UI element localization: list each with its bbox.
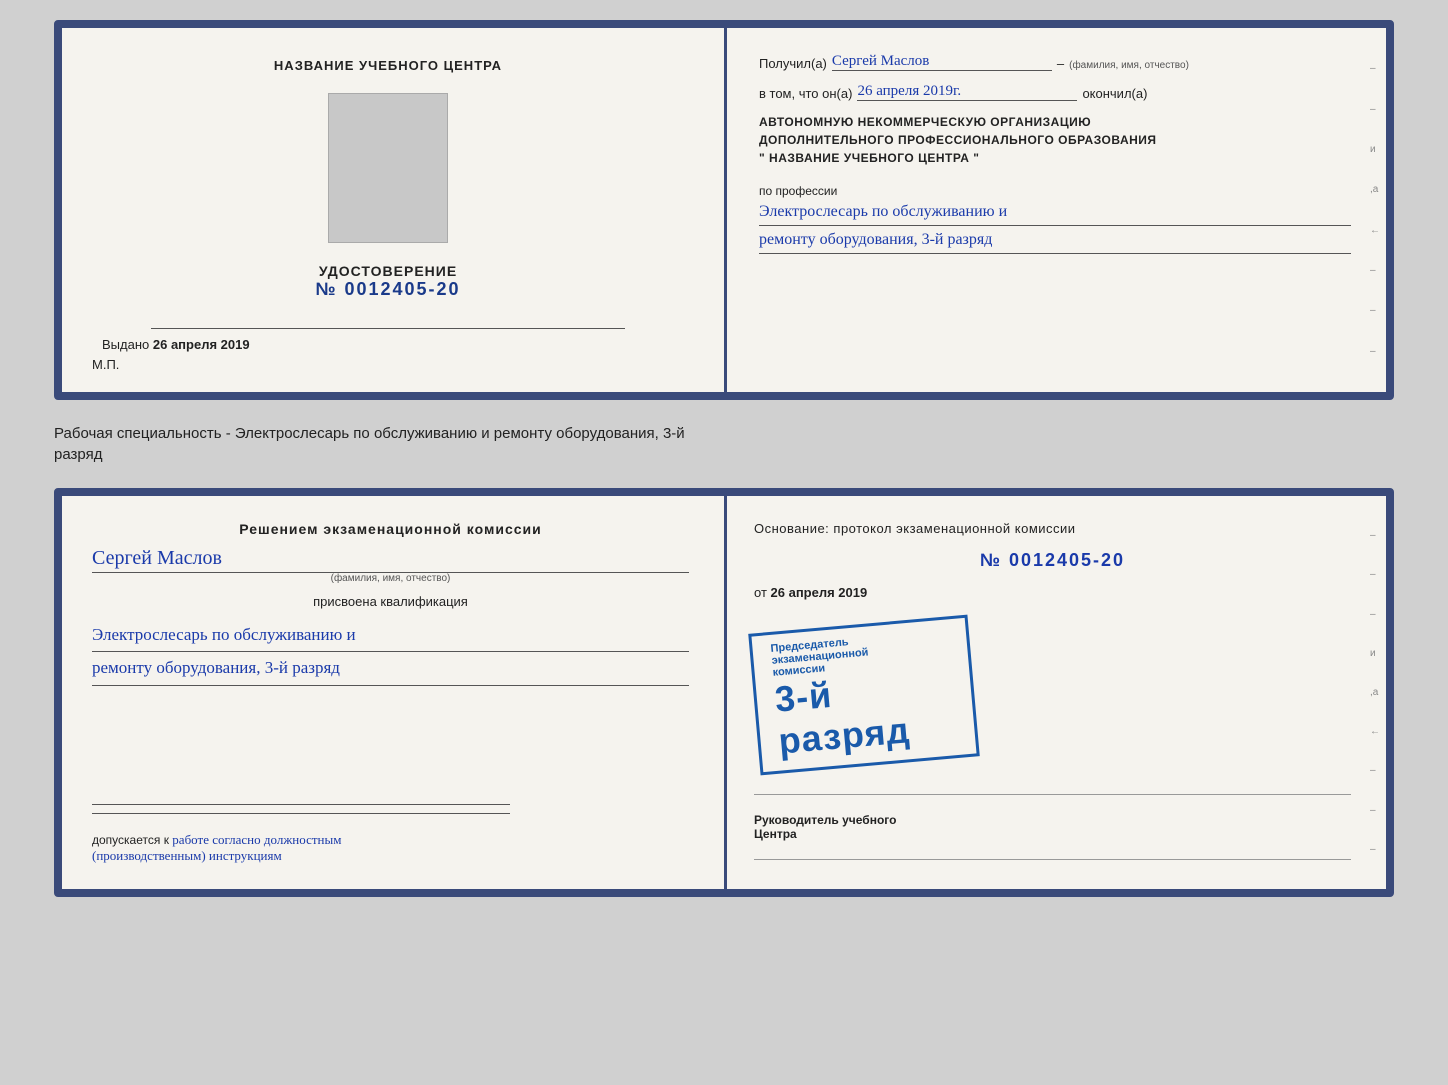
card1-right: Получил(а) Сергей Маслов – (фамилия, имя… xyxy=(714,28,1386,392)
binding-marks-top: – – и ,а ← – – – xyxy=(1370,38,1380,382)
card2-left: Решением экзаменационной комиссии Сергей… xyxy=(62,496,719,889)
card2-profession-line-1: Электрослесарь по обслуживанию и xyxy=(92,619,689,652)
block-title-section: АВТОНОМНУЮ НЕКОММЕРЧЕСКУЮ ОРГАНИЗАЦИЮ ДО… xyxy=(759,113,1351,167)
document-card-top: НАЗВАНИЕ УЧЕБНОГО ЦЕНТРА УДОСТОВЕРЕНИЕ №… xyxy=(54,20,1394,400)
vydano-block: Выдано 26 апреля 2019 xyxy=(92,337,684,352)
poluchil-name: Сергей Маслов xyxy=(832,53,1052,71)
udc-block: УДОСТОВЕРЕНИЕ № 0012405-20 xyxy=(315,263,460,300)
poluchil-dash: – xyxy=(1057,56,1064,71)
ot-label: от xyxy=(754,585,767,600)
block-title-1: АВТОНОМНУЮ НЕКОММЕРЧЕСКУЮ ОРГАНИЗАЦИЮ xyxy=(759,113,1351,131)
card2-bottom: допускается к работе согласно должностны… xyxy=(92,804,689,864)
sig-line-2 xyxy=(92,813,510,814)
mp-label: М.П. xyxy=(92,357,119,372)
card2-right: Основание: протокол экзаменационной коми… xyxy=(719,496,1386,889)
osnov-label: Основание: протокол экзаменационной коми… xyxy=(754,521,1351,536)
signature-line-1 xyxy=(151,328,625,329)
card2-profession-block: Электрослесарь по обслуживанию и ремонту… xyxy=(92,619,689,686)
poluchil-row: Получил(а) Сергей Маслов – (фамилия, имя… xyxy=(759,53,1351,71)
hr-line-1 xyxy=(754,794,1351,795)
card2-profession-line-2: ремонту оборудования, 3-й разряд xyxy=(92,652,689,685)
vydano-date: 26 апреля 2019 xyxy=(153,337,250,352)
ot-date-value: 26 апреля 2019 xyxy=(771,585,868,600)
profession-line-1: Электрослесарь по обслуживанию и xyxy=(759,198,1351,226)
vtom-row: в том, что он(а) 26 апреля 2019г. окончи… xyxy=(759,83,1351,101)
sig-line-1 xyxy=(92,804,510,805)
prisvoena-label: присвоена квалификация xyxy=(92,594,689,609)
dopusk-block: допускается к работе согласно должностны… xyxy=(92,832,689,864)
profession-hw-block: Электрослесарь по обслуживанию и ремонту… xyxy=(759,198,1351,254)
stamp-container: Председатель экзаменационнойкомиссии 3-й… xyxy=(754,624,1351,766)
block-title-3: " НАЗВАНИЕ УЧЕБНОГО ЦЕНТРА " xyxy=(759,149,1351,167)
page-container: НАЗВАНИЕ УЧЕБНОГО ЦЕНТРА УДОСТОВЕРЕНИЕ №… xyxy=(20,20,1428,897)
dopusk-label: допускается к xyxy=(92,833,169,847)
vtom-date: 26 апреля 2019г. xyxy=(857,83,1077,101)
photo-placeholder xyxy=(328,93,448,243)
binding-marks-bottom: – – – и ,а ← – – – xyxy=(1370,506,1380,879)
stamp-big-text: 3-й разряд xyxy=(773,663,958,762)
po-professii-label: по профессии xyxy=(759,184,1351,198)
ot-date-row: от 26 апреля 2019 xyxy=(754,585,1351,600)
between-label: Рабочая специальность - Электрослесарь п… xyxy=(54,418,1394,470)
block-title-2: ДОПОЛНИТЕЛЬНОГО ПРОФЕССИОНАЛЬНОГО ОБРАЗО… xyxy=(759,131,1351,149)
card1-center-title: НАЗВАНИЕ УЧЕБНОГО ЦЕНТРА xyxy=(274,58,502,73)
between-label-text: Рабочая специальность - Электрослесарь п… xyxy=(54,425,685,463)
profession-line-2: ремонту оборудования, 3-й разряд xyxy=(759,226,1351,254)
udc-number: № 0012405-20 xyxy=(315,279,460,300)
document-card-bottom: Решением экзаменационной комиссии Сергей… xyxy=(54,488,1394,897)
card2-name-section: Сергей Маслов (фамилия, имя, отчество) xyxy=(92,547,689,584)
card2-name-sublabel: (фамилия, имя, отчество) xyxy=(92,573,689,584)
udc-title: УДОСТОВЕРЕНИЕ xyxy=(315,263,460,279)
okonchil-label: окончил(а) xyxy=(1082,86,1147,101)
poluchil-label: Получил(а) xyxy=(759,56,827,71)
name-sublabel-card1: (фамилия, имя, отчество) xyxy=(1069,60,1189,71)
vtom-label: в том, что он(а) xyxy=(759,86,852,101)
protocol-number: № 0012405-20 xyxy=(754,550,1351,571)
profession-section: по профессии Электрослесарь по обслужива… xyxy=(759,179,1351,254)
hr-line-2 xyxy=(754,859,1351,860)
card2-name-hw: Сергей Маслов xyxy=(92,547,689,573)
ruk-label: Руководитель учебного Центра xyxy=(754,813,1351,841)
decision-title: Решением экзаменационной комиссии xyxy=(92,521,689,537)
vydano-label: Выдано xyxy=(102,337,149,352)
card1-left: НАЗВАНИЕ УЧЕБНОГО ЦЕНТРА УДОСТОВЕРЕНИЕ №… xyxy=(62,28,714,392)
stamp: Председатель экзаменационнойкомиссии 3-й… xyxy=(748,615,980,776)
